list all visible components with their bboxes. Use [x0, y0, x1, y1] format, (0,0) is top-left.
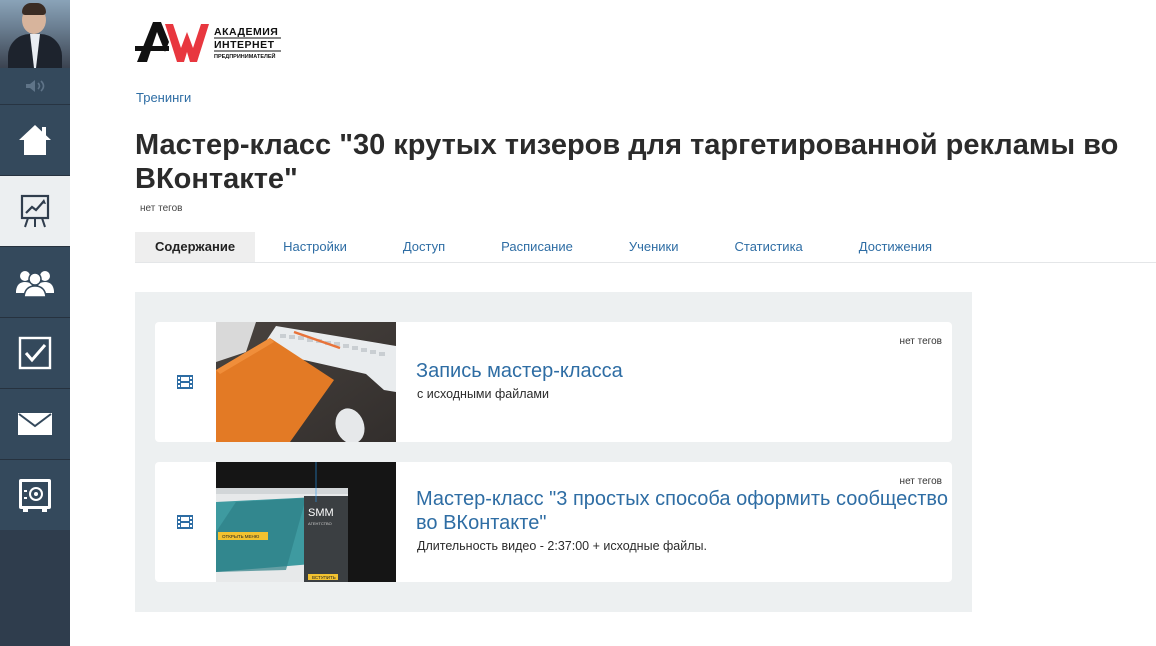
tab-achievements[interactable]: Достижения — [831, 232, 960, 262]
sidebar-item-trainings[interactable] — [0, 176, 70, 247]
safe-icon — [19, 479, 51, 512]
tab-students[interactable]: Ученики — [601, 232, 707, 262]
trainings-chart-icon — [20, 194, 50, 228]
lesson-title[interactable]: Запись мастер-класса — [416, 359, 623, 383]
sidebar — [0, 0, 70, 646]
avatar[interactable] — [0, 0, 70, 68]
sound-toggle[interactable] — [0, 68, 70, 105]
sidebar-item-tasks[interactable] — [0, 318, 70, 389]
tab-settings[interactable]: Настройки — [255, 232, 375, 262]
tab-schedule[interactable]: Расписание — [473, 232, 601, 262]
lesson-thumbnail[interactable]: SMM АГЕНТСТВО ОТКРЫТЬ МЕНЮ ВСТУПИТЬ — [216, 462, 396, 582]
sidebar-item-users[interactable] — [0, 247, 70, 318]
tab-content[interactable]: Содержание — [135, 232, 256, 262]
film-icon — [177, 515, 193, 529]
svg-text:SMM: SMM — [308, 507, 334, 519]
mail-icon — [18, 413, 52, 435]
lesson-card[interactable]: Запись мастер-класса с исходными файлами… — [155, 322, 952, 442]
sidebar-item-mail[interactable] — [0, 389, 70, 460]
svg-text:ОТКРЫТЬ МЕНЮ: ОТКРЫТЬ МЕНЮ — [222, 534, 260, 539]
lesson-title[interactable]: Мастер-класс "3 простых способа оформить… — [416, 487, 952, 535]
svg-text:АГЕНТСТВО: АГЕНТСТВО — [308, 521, 332, 526]
sidebar-footer — [0, 530, 70, 646]
lesson-list: Запись мастер-класса с исходными файлами… — [135, 292, 972, 612]
checkbox-check-icon — [18, 336, 52, 370]
lesson-tags: нет тегов — [899, 476, 942, 487]
users-icon — [16, 271, 54, 297]
tab-bar: Содержание Настройки Доступ Расписание У… — [135, 232, 1156, 263]
film-icon — [177, 375, 193, 389]
svg-text:ИНТЕРНЕТ: ИНТЕРНЕТ — [214, 39, 275, 51]
page-title: Мастер-класс "30 крутых тизеров для тарг… — [135, 129, 1119, 195]
svg-text:ПРЕДПРИНИМАТЕЛЕЙ: ПРЕДПРИНИМАТЕЛЕЙ — [214, 52, 276, 60]
lesson-thumbnail[interactable] — [216, 322, 396, 442]
sidebar-item-home[interactable] — [0, 105, 70, 176]
sidebar-item-safe[interactable] — [0, 460, 70, 531]
tab-access[interactable]: Доступ — [375, 232, 473, 262]
company-logo[interactable]: АКАДЕМИЯ ИНТЕРНЕТ ПРЕДПРИНИМАТЕЛЕЙ — [135, 18, 285, 66]
speaker-icon — [26, 80, 45, 92]
home-icon — [19, 125, 51, 155]
lesson-description: Длительность видео - 2:37:00 + исходные … — [417, 539, 707, 553]
breadcrumb-trainings[interactable]: Тренинги — [136, 90, 191, 105]
svg-text:ВСТУПИТЬ: ВСТУПИТЬ — [312, 575, 336, 580]
lesson-card[interactable]: SMM АГЕНТСТВО ОТКРЫТЬ МЕНЮ ВСТУПИТЬ Маст… — [155, 462, 952, 582]
tab-statistics[interactable]: Статистика — [707, 232, 831, 262]
lesson-description: с исходными файлами — [417, 387, 550, 401]
page-tags: нет тегов — [140, 203, 183, 214]
lesson-tags: нет тегов — [899, 336, 942, 347]
svg-text:АКАДЕМИЯ: АКАДЕМИЯ — [214, 26, 278, 38]
